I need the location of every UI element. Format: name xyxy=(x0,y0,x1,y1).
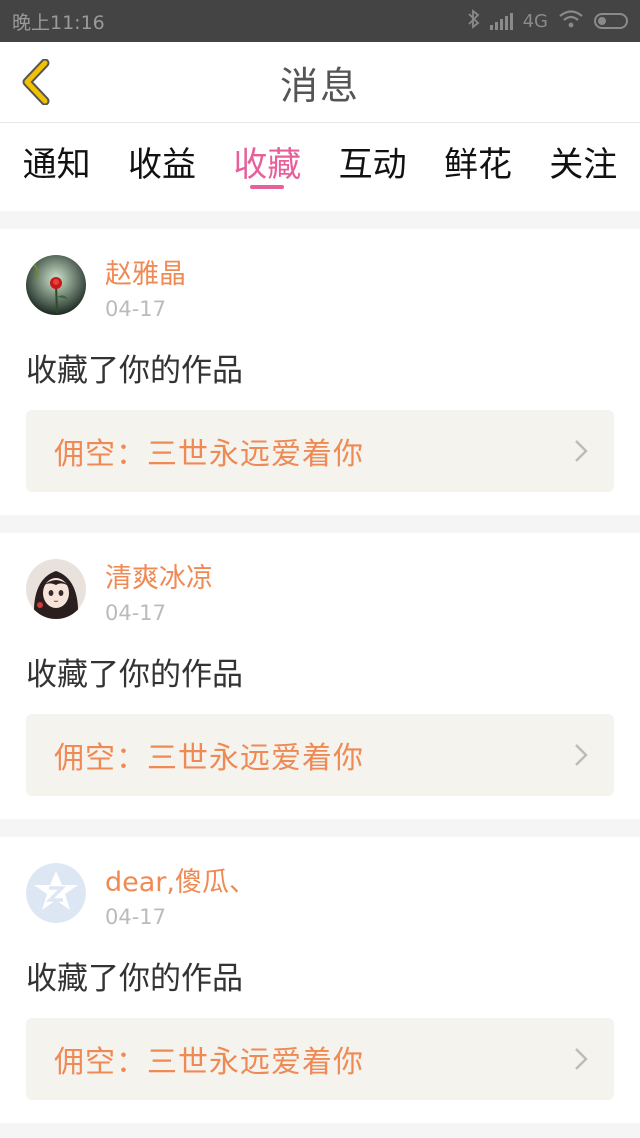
message-card: 清爽冰凉 04-17 收藏了你的作品 佣空：三世永远爱着你 xyxy=(0,533,640,819)
battery-icon xyxy=(594,13,628,29)
chevron-right-icon xyxy=(575,1048,588,1070)
page-title: 消息 xyxy=(279,63,360,108)
tab-earnings[interactable]: 收益 xyxy=(128,123,196,211)
status-icons: 4G xyxy=(467,8,628,34)
username[interactable]: dear,傻瓜、 xyxy=(105,863,256,901)
network-type: 4G xyxy=(522,10,548,32)
back-button[interactable] xyxy=(16,58,56,106)
status-bar: 晚上11:16 4G xyxy=(0,0,640,42)
chevron-right-icon xyxy=(575,744,588,766)
girl-avatar[interactable] xyxy=(26,559,86,619)
rose-avatar[interactable] xyxy=(26,255,86,315)
work-link[interactable]: 佣空：三世永远爱着你 xyxy=(26,714,614,796)
action-text: 收藏了你的作品 xyxy=(26,353,243,389)
tab-notifications[interactable]: 通知 xyxy=(23,123,91,211)
tab-favorites[interactable]: 收藏 xyxy=(233,123,301,211)
message-date: 04-17 xyxy=(105,297,167,321)
cell-signal-icon xyxy=(489,12,513,30)
work-title: 佣空：三世永远爱着你 xyxy=(54,437,364,472)
app-header: 消息 xyxy=(0,42,640,123)
username[interactable]: 赵雅晶 xyxy=(105,255,186,293)
work-title: 佣空：三世永远爱着你 xyxy=(54,741,364,776)
chevron-right-icon xyxy=(575,440,588,462)
message-date: 04-17 xyxy=(105,601,167,625)
wifi-icon xyxy=(558,9,584,34)
work-link[interactable]: 佣空：三世永远爱着你 xyxy=(26,1018,614,1100)
work-title: 佣空：三世永远爱着你 xyxy=(54,1045,364,1080)
work-link[interactable]: 佣空：三世永远爱着你 xyxy=(26,410,614,492)
message-card: 赵雅晶 04-17 收藏了你的作品 佣空：三世永远爱着你 xyxy=(0,229,640,515)
status-time: 晚上11:16 xyxy=(12,11,105,34)
tab-flowers[interactable]: 鲜花 xyxy=(444,123,512,211)
username[interactable]: 清爽冰凉 xyxy=(105,559,213,597)
active-tab-indicator xyxy=(250,185,285,189)
default-avatar[interactable] xyxy=(26,863,86,923)
message-card: dear,傻瓜、 04-17 收藏了你的作品 佣空：三世永远爱着你 xyxy=(0,837,640,1123)
tab-follows[interactable]: 关注 xyxy=(549,123,617,211)
bluetooth-icon xyxy=(467,8,480,34)
action-text: 收藏了你的作品 xyxy=(26,961,243,997)
action-text: 收藏了你的作品 xyxy=(26,657,243,693)
tab-interactions[interactable]: 互动 xyxy=(339,123,407,211)
tab-bar: 通知 收益 收藏 互动 鲜花 关注 xyxy=(0,123,640,211)
message-date: 04-17 xyxy=(105,905,167,929)
back-arrow-icon xyxy=(22,59,50,105)
